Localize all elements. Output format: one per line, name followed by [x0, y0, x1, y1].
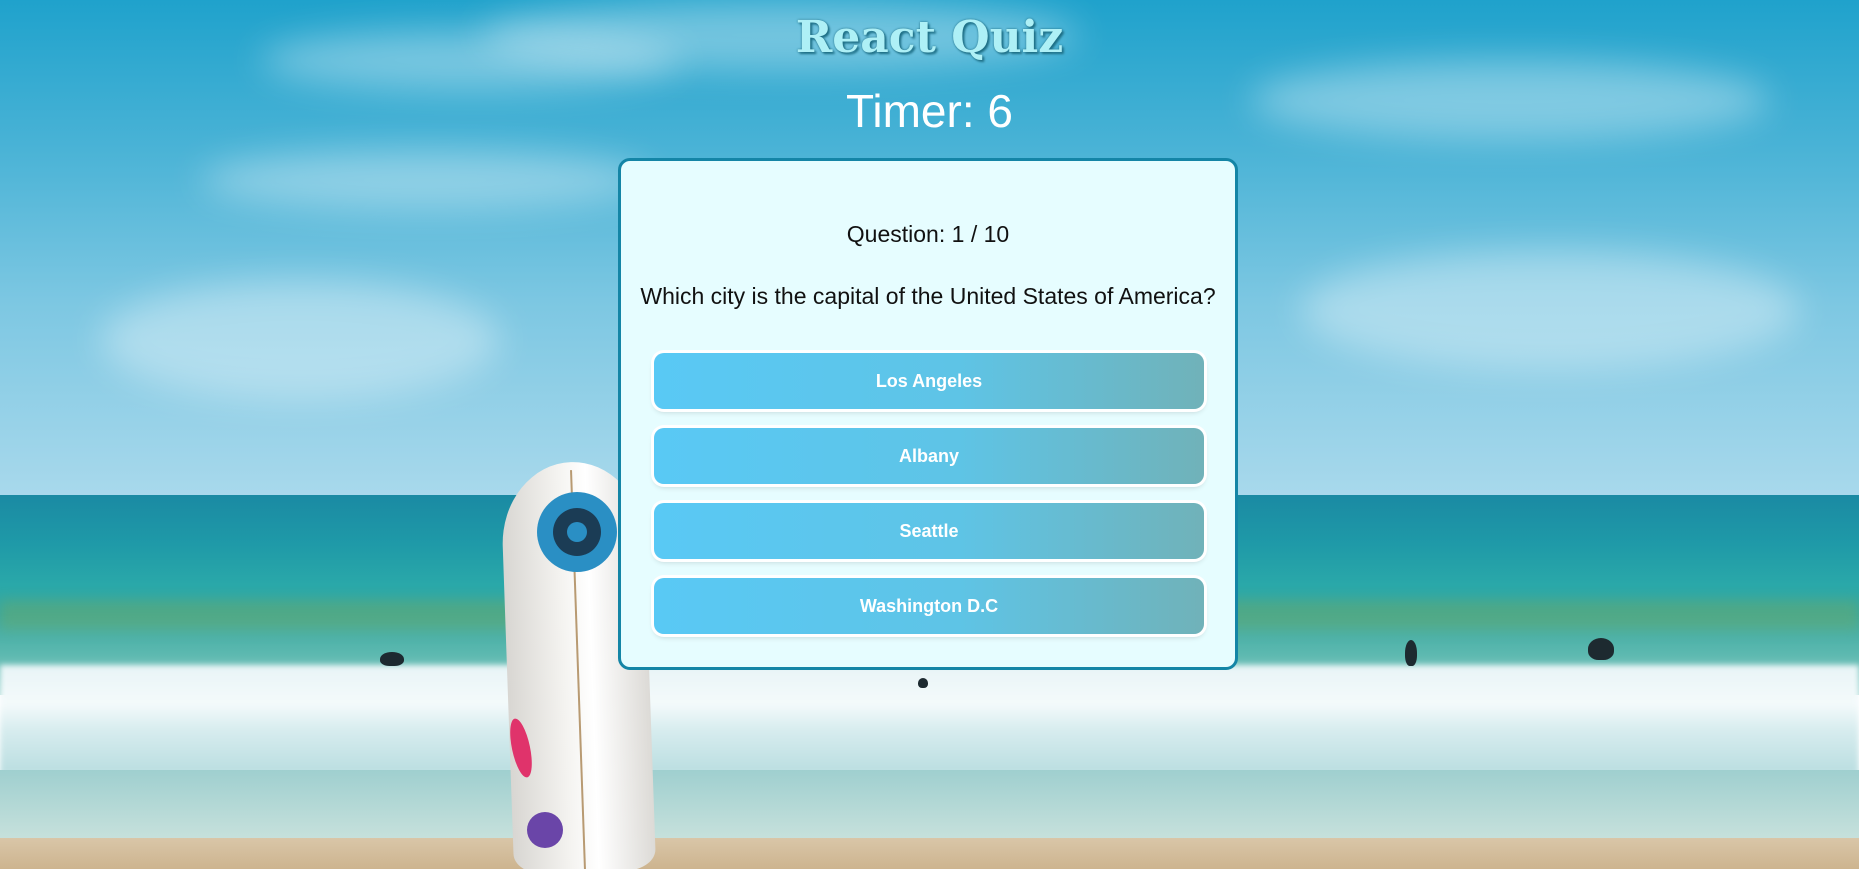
cloud	[200, 150, 650, 210]
cloud	[100, 280, 500, 400]
question-text: Which city is the capital of the United …	[640, 283, 1216, 309]
answer-button-los-angeles[interactable]: Los Angeles	[654, 353, 1204, 409]
surfer	[1588, 638, 1614, 660]
surfboard-logo-center	[567, 522, 587, 542]
sand	[0, 838, 1859, 869]
answer-button-seattle[interactable]: Seattle	[654, 503, 1204, 559]
quiz-card: Question: 1 / 10 Which city is the capit…	[618, 158, 1238, 670]
answer-button-washington-dc[interactable]: Washington D.C	[654, 578, 1204, 634]
answer-button-albany[interactable]: Albany	[654, 428, 1204, 484]
surfer	[380, 652, 404, 666]
shoreline	[0, 770, 1859, 840]
answer-list: Los Angeles Albany Seattle Washington D.…	[654, 353, 1204, 653]
app-title: React Quiz	[795, 12, 1064, 63]
question-count: Question: 1 / 10	[846, 221, 1010, 247]
surfer	[918, 678, 928, 688]
surfer	[1405, 640, 1417, 666]
surfboard-sticker-round	[527, 812, 563, 848]
wave-foam	[0, 665, 1859, 775]
cloud	[1300, 250, 1800, 370]
timer: Timer: 6	[846, 85, 1013, 137]
